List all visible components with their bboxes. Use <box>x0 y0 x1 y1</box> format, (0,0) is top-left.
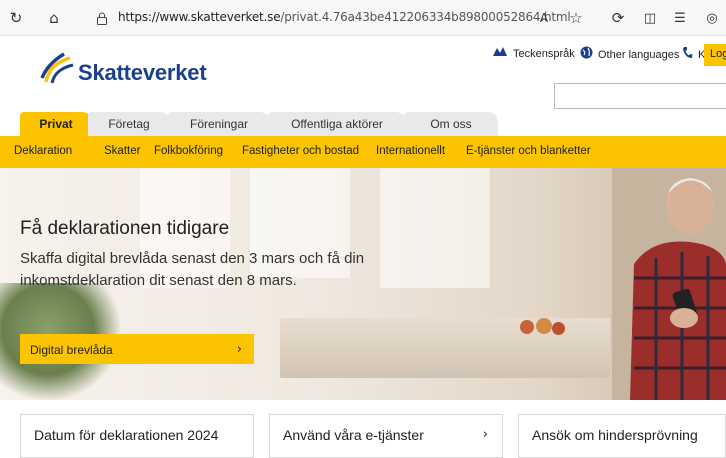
sign-language-link[interactable]: Teckenspråk <box>492 46 575 62</box>
address-bar[interactable]: https://www.skatteverket.se/privat.4.76a… <box>118 10 571 24</box>
tab-offentliga-aktorer[interactable]: Offentliga aktörer <box>268 112 406 136</box>
lock-icon[interactable] <box>92 8 112 28</box>
read-aloud-icon[interactable]: A <box>534 8 554 28</box>
browser-toolbar: ↻ ⌂ https://www.skatteverket.se/privat.4… <box>0 0 726 36</box>
tab-om-oss[interactable]: Om oss <box>404 112 498 136</box>
card-label: Datum för deklarationen 2024 <box>34 427 219 443</box>
main-tabs: Privat Företag Föreningar Offentliga akt… <box>0 112 726 136</box>
favorite-star-icon[interactable]: ☆ <box>566 8 586 28</box>
subnav-skatter[interactable]: Skatter <box>104 145 140 157</box>
card-deklaration-dates[interactable]: Datum för deklarationen 2024 <box>20 414 254 458</box>
reload-icon[interactable]: ↻ <box>6 8 26 28</box>
tab-foreningar[interactable]: Föreningar <box>168 112 270 136</box>
chevron-right-icon: › <box>482 427 488 442</box>
tab-foretag[interactable]: Företag <box>88 112 170 136</box>
logo-text[interactable]: Skatteverket <box>78 60 207 86</box>
subnav-fastigheter[interactable]: Fastigheter och bostad <box>242 145 359 157</box>
url-host: https://www.skatteverket.se <box>118 10 281 24</box>
hero-title: Få deklarationen tidigare <box>20 218 230 239</box>
other-languages-link[interactable]: Other languages <box>580 46 679 63</box>
home-icon[interactable]: ⌂ <box>44 8 64 28</box>
phone-icon <box>682 46 693 63</box>
subnav-deklaration[interactable]: Deklaration <box>14 145 72 157</box>
digital-mailbox-button[interactable]: Digital brevlåda › <box>20 334 254 364</box>
sign-language-label: Teckenspråk <box>513 48 575 60</box>
card-label: Använd våra e-tjänster <box>283 427 424 443</box>
card-label: Ansök om hindersprövning <box>532 427 698 443</box>
hero-fruit-image <box>552 322 565 335</box>
card-hindersprovning[interactable]: Ansök om hindersprövning <box>518 414 726 458</box>
subnav-internationellt[interactable]: Internationellt <box>376 145 445 157</box>
search-input[interactable] <box>554 83 726 109</box>
hero-fruit-image <box>520 320 534 334</box>
chevron-right-icon: › <box>236 342 242 357</box>
hero-fruit-image <box>536 318 552 334</box>
card-e-services[interactable]: Använd våra e-tjänster › <box>269 414 503 458</box>
subnav-e-tjanster[interactable]: E-tjänster och blanketter <box>466 145 591 157</box>
favorites-icon[interactable]: ☰ <box>670 8 690 28</box>
login-button[interactable]: Log <box>704 44 726 66</box>
collections-icon[interactable]: ◎ <box>702 8 722 28</box>
split-screen-icon[interactable]: ◫ <box>640 8 660 28</box>
globe-icon <box>580 46 593 63</box>
hero-banner: Få deklarationen tidigare Skaffa digital… <box>0 168 726 400</box>
other-languages-label: Other languages <box>598 48 680 61</box>
skatteverket-logo-icon[interactable] <box>40 52 74 84</box>
hero-person-image <box>612 168 726 400</box>
sub-navigation: Deklaration Skatter Folkbokföring Fastig… <box>0 136 726 168</box>
tab-privat[interactable]: Privat <box>20 112 92 136</box>
digital-mailbox-label: Digital brevlåda <box>30 343 113 357</box>
hero-text: Skaffa digital brevlåda senast den 3 mar… <box>20 250 365 289</box>
sign-language-icon <box>492 46 508 62</box>
subnav-folkbokforing[interactable]: Folkbokföring <box>154 145 223 157</box>
url-path: /privat.4.76a43be412206334b89800052864.h… <box>280 10 571 24</box>
extensions-icon[interactable]: ⟳ <box>608 8 628 28</box>
